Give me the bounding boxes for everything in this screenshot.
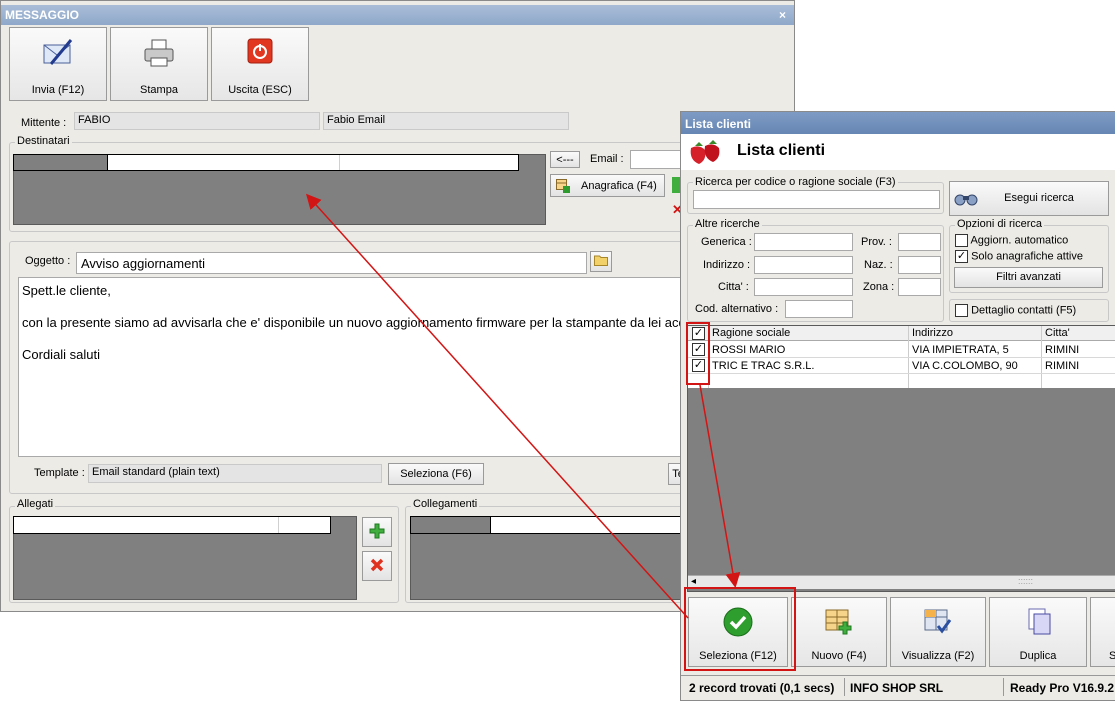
annotation-arrow-to-destinatari xyxy=(305,193,689,619)
annotation-arrows xyxy=(305,193,741,619)
annotation-arrow-down xyxy=(699,384,741,588)
